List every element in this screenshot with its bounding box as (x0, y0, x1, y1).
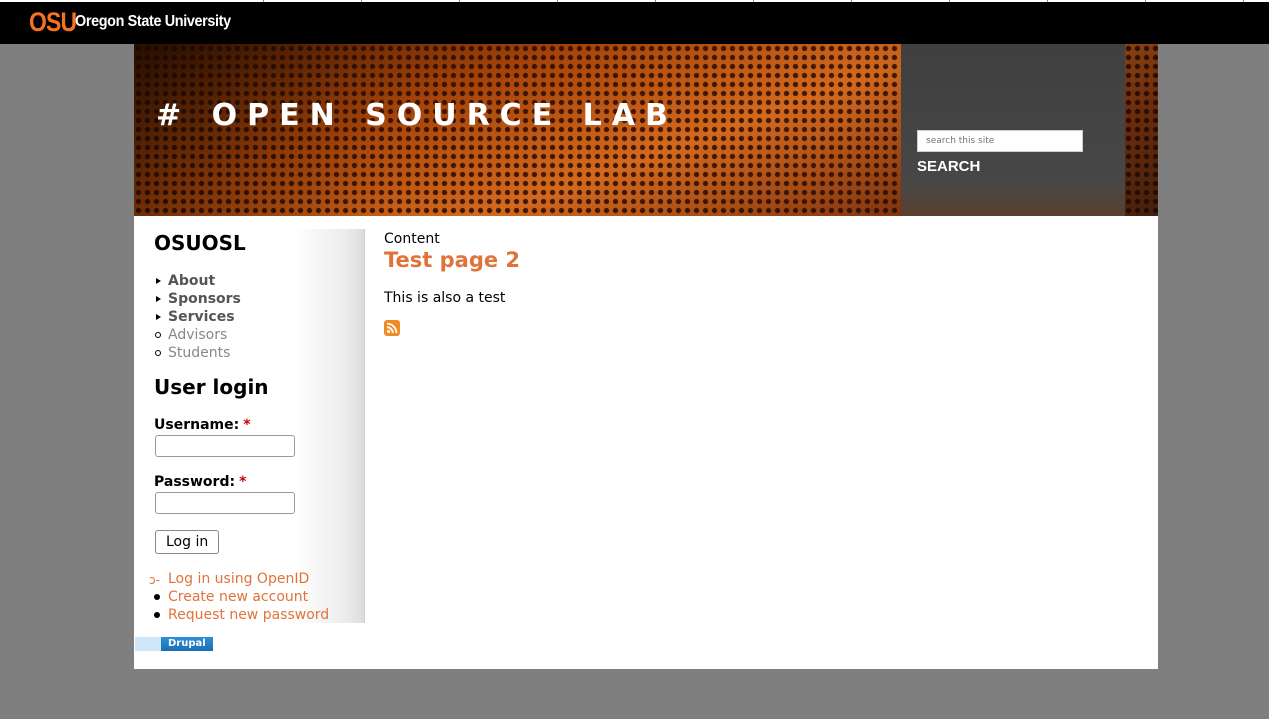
leaf-bullet-icon (155, 350, 161, 356)
required-marker: * (243, 417, 251, 433)
search-input[interactable] (917, 130, 1083, 152)
page-body: This is also a test (384, 290, 506, 306)
primary-menu: About Sponsors Services Advisors Student… (154, 272, 241, 362)
menu-link-sponsors[interactable]: Sponsors (168, 291, 241, 307)
username-label: Username: * (154, 417, 251, 433)
username-field[interactable] (155, 435, 295, 457)
menu-link-about[interactable]: About (168, 273, 215, 289)
openid-login-link[interactable]: Log in using OpenID (168, 571, 309, 587)
osu-top-bar: OSU Oregon State University (0, 0, 1269, 44)
leaf-bullet-icon (155, 332, 161, 338)
required-marker: * (239, 474, 247, 490)
menu-item-about[interactable]: About (154, 272, 241, 290)
login-link-create[interactable]: Create new account (154, 588, 329, 606)
site-title[interactable]: # OPEN SOURCE LAB (156, 98, 678, 133)
expanded-arrow-icon (156, 278, 161, 284)
login-links: ɔ‐ Log in using OpenID Create new accoun… (149, 570, 329, 624)
menu-item-sponsors[interactable]: Sponsors (154, 290, 241, 308)
menu-link-students[interactable]: Students (168, 345, 230, 361)
create-account-link[interactable]: Create new account (168, 589, 308, 605)
sidebar-title: OSUOSL (154, 231, 246, 255)
site-header-banner: # OPEN SOURCE LAB SEARCH (134, 44, 1158, 216)
left-sidebar: OSUOSL About Sponsors Services Advisors … (134, 229, 365, 623)
password-label: Password: * (154, 474, 247, 490)
menu-item-students[interactable]: Students (154, 344, 241, 362)
menu-item-advisors[interactable]: Advisors (154, 326, 241, 344)
rss-feed-icon[interactable] (384, 320, 400, 336)
page-title[interactable]: Test page 2 (384, 248, 520, 272)
menu-link-services[interactable]: Services (168, 309, 235, 325)
search-button[interactable]: SEARCH (917, 158, 980, 175)
search-panel: SEARCH (901, 44, 1125, 216)
page-container: # OPEN SOURCE LAB SEARCH OSUOSL About Sp… (134, 44, 1158, 669)
osu-tab-strip (0, 0, 1269, 2)
menu-link-advisors[interactable]: Advisors (168, 327, 227, 343)
login-link-openid[interactable]: ɔ‐ Log in using OpenID (149, 570, 329, 588)
expanded-arrow-icon (156, 314, 161, 320)
bullet-icon (154, 612, 160, 618)
drupal-drop-icon (135, 637, 161, 651)
expanded-arrow-icon (156, 296, 161, 302)
menu-item-services[interactable]: Services (154, 308, 241, 326)
bullet-icon (154, 594, 160, 600)
osu-logo-text[interactable]: Oregon State University (75, 13, 231, 31)
openid-icon: ɔ‐ (149, 573, 160, 587)
request-password-link[interactable]: Request new password (168, 607, 329, 623)
login-link-password[interactable]: Request new password (154, 606, 329, 624)
powered-by-drupal-badge[interactable]: Drupal (135, 637, 213, 651)
log-in-button[interactable]: Log in (155, 530, 220, 554)
password-field[interactable] (155, 492, 295, 514)
user-login-title: User login (154, 375, 269, 399)
content-label: Content (384, 231, 440, 247)
osu-logo-mark[interactable]: OSU (29, 8, 77, 36)
